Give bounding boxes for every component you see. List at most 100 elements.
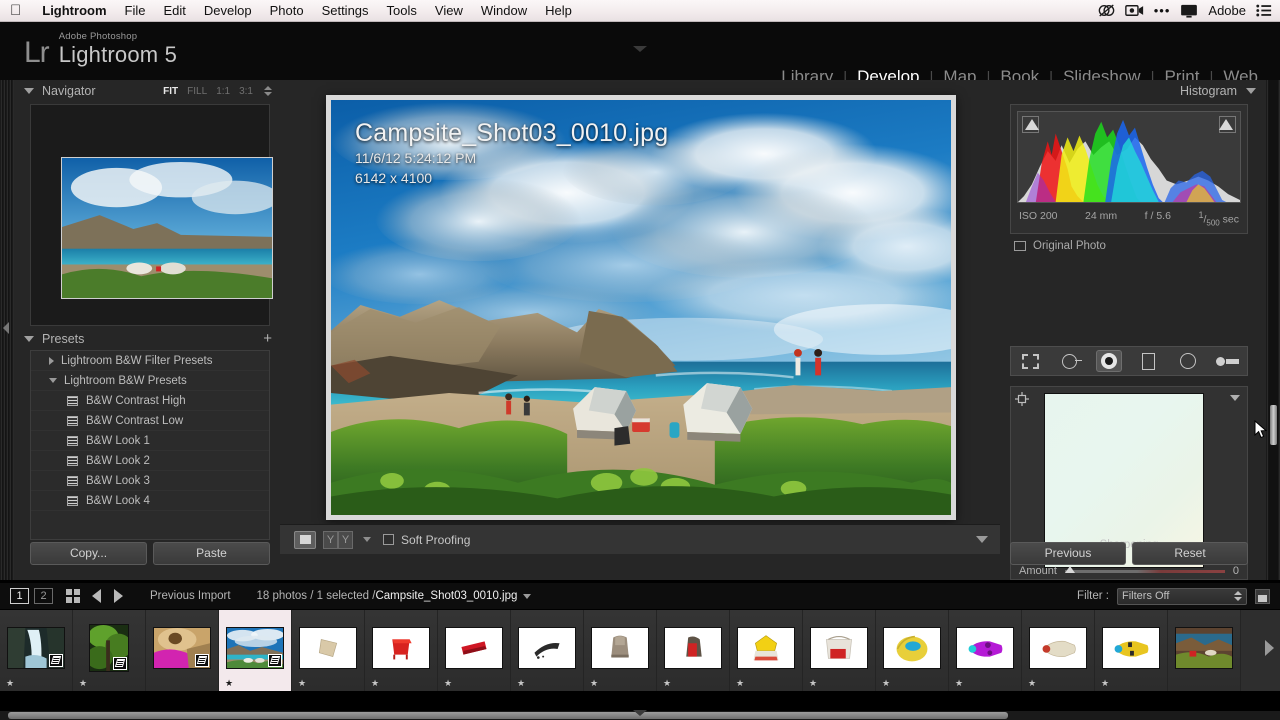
- list-item[interactable]: ★: [73, 610, 146, 691]
- list-item[interactable]: ★: [511, 610, 584, 691]
- rating-star[interactable]: ★: [736, 678, 744, 688]
- filmstrip-current-filename[interactable]: Campsite_Shot03_0010.jpg: [375, 590, 517, 602]
- preset-item[interactable]: B&W Look 3: [31, 471, 269, 491]
- navigator-header[interactable]: Navigator FIT FILL 1:1 3:1: [14, 80, 280, 102]
- menu-item-develop[interactable]: Develop: [195, 0, 261, 22]
- spot-removal-tool[interactable]: [1057, 350, 1083, 372]
- thumbnail-cream-sleeping-bag-product[interactable]: [1029, 626, 1087, 669]
- thumbnail-campsite-evening[interactable]: [1175, 626, 1233, 669]
- thumbnail-purple-sleeping-bag-product[interactable]: [956, 626, 1014, 669]
- before-after-toggle[interactable]: Y Y: [323, 530, 353, 549]
- preset-item[interactable]: B&W Contrast Low: [31, 411, 269, 431]
- histogram-header[interactable]: Histogram: [1000, 80, 1266, 102]
- paste-button[interactable]: Paste: [153, 542, 270, 565]
- thumbnail-tan-mat-product[interactable]: [299, 626, 357, 669]
- rating-star[interactable]: ★: [882, 678, 890, 688]
- develop-badge-icon[interactable]: [113, 656, 127, 670]
- zoom-fit[interactable]: FIT: [163, 86, 178, 97]
- back-arrow-icon[interactable]: [92, 589, 101, 603]
- rating-star[interactable]: ★: [1101, 678, 1109, 688]
- rating-star[interactable]: ★: [444, 678, 452, 688]
- detail-target-icon[interactable]: [1015, 392, 1029, 406]
- list-item[interactable]: [146, 610, 219, 691]
- chevron-down-icon[interactable]: [49, 378, 57, 383]
- toolbar-chevron-down-icon[interactable]: [976, 536, 988, 543]
- preset-item[interactable]: B&W Look 1: [31, 431, 269, 451]
- rating-star[interactable]: ★: [6, 678, 14, 688]
- reset-button[interactable]: Reset: [1132, 542, 1248, 565]
- grid-view-icon[interactable]: [66, 589, 80, 603]
- histogram-graph[interactable]: [1017, 111, 1241, 203]
- rating-star[interactable]: ★: [590, 678, 598, 688]
- thumbnail-yellow-sleeping-bag-product[interactable]: [1102, 626, 1160, 669]
- menu-item-view[interactable]: View: [426, 0, 472, 22]
- apple-icon[interactable]: : [10, 3, 21, 18]
- filmstrip-source[interactable]: Previous Import: [150, 590, 231, 602]
- list-item-selected[interactable]: ★: [219, 610, 292, 691]
- screen-2-button[interactable]: 2: [34, 588, 53, 604]
- develop-badge-icon[interactable]: [195, 653, 209, 667]
- menu-item-file[interactable]: File: [116, 0, 155, 22]
- original-photo-checkbox[interactable]: [1014, 241, 1026, 251]
- list-item[interactable]: ★: [0, 610, 73, 691]
- menu-item-window[interactable]: Window: [472, 0, 536, 22]
- loupe-photo[interactable]: Campsite_Shot03_0010.jpg 11/6/12 5:24:12…: [326, 95, 956, 520]
- previous-button[interactable]: Previous: [1010, 542, 1126, 565]
- thumbnail-forest[interactable]: [89, 623, 129, 672]
- navigator-preview[interactable]: [30, 104, 273, 326]
- chevron-down-icon[interactable]: [24, 336, 34, 342]
- menu-item-settings[interactable]: Settings: [313, 0, 378, 22]
- list-item[interactable]: [1168, 610, 1241, 691]
- list-menu-icon[interactable]: [1256, 4, 1272, 17]
- scrollbar-thumb[interactable]: [8, 712, 1008, 719]
- thumbnail-clear-bag-product[interactable]: [810, 626, 868, 669]
- chevron-down-icon[interactable]: [24, 88, 34, 94]
- rating-star[interactable]: ★: [79, 678, 87, 688]
- zoom-stepper[interactable]: [264, 86, 272, 96]
- thumbnail-yellow-blue-bag-product[interactable]: [883, 626, 941, 669]
- scrollbar-thumb[interactable]: [1270, 405, 1277, 445]
- copy-button[interactable]: Copy...: [30, 542, 147, 565]
- rating-star[interactable]: ★: [371, 678, 379, 688]
- list-item[interactable]: ★: [730, 610, 803, 691]
- thumbnail-red-backpack-product[interactable]: [664, 626, 722, 669]
- bottom-panel-toggle[interactable]: [633, 710, 647, 716]
- chevron-right-icon[interactable]: [49, 356, 54, 365]
- add-preset-icon[interactable]: +: [263, 331, 272, 346]
- thumbnail-red-chair-folded-product[interactable]: [445, 626, 503, 669]
- list-item[interactable]: ★: [803, 610, 876, 691]
- list-item[interactable]: ★: [438, 610, 511, 691]
- crop-overlay-tool[interactable]: [1018, 350, 1044, 372]
- menu-item-lightroom[interactable]: Lightroom: [33, 0, 115, 22]
- filmstrip-next-arrow-icon[interactable]: [1265, 640, 1274, 656]
- filter-select[interactable]: Filters Off: [1117, 587, 1247, 605]
- preset-item[interactable]: B&W Contrast High: [31, 391, 269, 411]
- preset-item[interactable]: B&W Look 2: [31, 451, 269, 471]
- develop-badge-icon[interactable]: [268, 653, 282, 667]
- adjustment-brush-tool[interactable]: [1214, 350, 1240, 372]
- chevron-down-icon[interactable]: [1246, 88, 1256, 94]
- rating-star[interactable]: ★: [298, 678, 306, 688]
- list-item[interactable]: ★: [1022, 610, 1095, 691]
- original-photo-row[interactable]: Original Photo: [1014, 240, 1106, 252]
- thumbnail-pink-gear-closeup[interactable]: [153, 626, 211, 669]
- display-icon[interactable]: [1180, 4, 1198, 18]
- screen-1-button[interactable]: 1: [10, 588, 29, 604]
- filter-stepper-icon[interactable]: [1234, 591, 1242, 601]
- menu-item-help[interactable]: Help: [536, 0, 581, 22]
- forward-arrow-icon[interactable]: [114, 589, 123, 603]
- rating-star[interactable]: ★: [663, 678, 671, 688]
- sharpening-amount-slider[interactable]: [1064, 565, 1225, 573]
- preset-item[interactable]: B&W Look 4: [31, 491, 269, 511]
- screen-record-icon[interactable]: [1124, 4, 1144, 17]
- thumbnail-campsite-beach[interactable]: [226, 626, 284, 669]
- thumbnail-red-chair-product[interactable]: [372, 626, 430, 669]
- rating-star[interactable]: ★: [955, 678, 963, 688]
- develop-badge-icon[interactable]: [49, 653, 63, 667]
- filter-toggle-button[interactable]: [1255, 588, 1270, 604]
- collapse-left-panel-icon[interactable]: [3, 322, 9, 334]
- rating-star[interactable]: ★: [517, 678, 525, 688]
- preset-folder-bw[interactable]: Lightroom B&W Presets: [31, 371, 269, 391]
- rating-star[interactable]: ★: [225, 678, 233, 688]
- menu-item-tools[interactable]: Tools: [378, 0, 426, 22]
